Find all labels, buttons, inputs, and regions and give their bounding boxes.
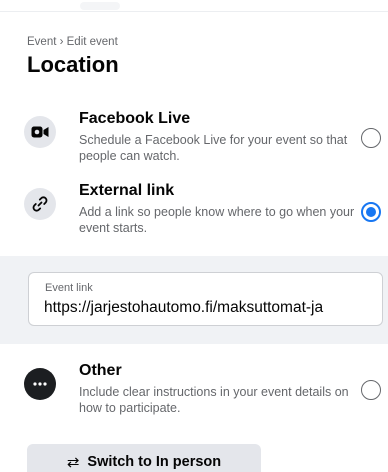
more-horizontal-icon bbox=[24, 368, 56, 400]
page-title: Location bbox=[27, 52, 119, 77]
radio-facebook-live[interactable] bbox=[361, 128, 381, 148]
option-title: Other bbox=[79, 362, 122, 379]
switch-to-in-person-button[interactable]: ⇄ Switch to In person bbox=[27, 444, 261, 472]
option-facebook-live[interactable]: Facebook Live Schedule a Facebook Live f… bbox=[0, 106, 388, 172]
option-external-link[interactable]: External link Add a link so people know … bbox=[0, 178, 388, 244]
link-icon bbox=[24, 188, 56, 220]
event-link-field[interactable]: Event link bbox=[28, 272, 383, 326]
top-header-edge bbox=[0, 0, 388, 12]
radio-other[interactable] bbox=[361, 380, 381, 400]
event-link-label: Event link bbox=[45, 282, 93, 294]
switch-button-label: Switch to In person bbox=[87, 454, 222, 470]
option-description: Include clear instructions in your event… bbox=[79, 385, 349, 415]
event-link-panel: Event link bbox=[0, 256, 388, 344]
option-description: Schedule a Facebook Live for your event … bbox=[79, 133, 348, 163]
event-link-input[interactable] bbox=[44, 297, 376, 319]
option-description: Add a link so people know where to go wh… bbox=[79, 205, 355, 235]
option-other[interactable]: Other Include clear instructions in your… bbox=[0, 358, 388, 424]
option-title: External link bbox=[79, 182, 175, 199]
radio-external-link[interactable] bbox=[361, 202, 381, 222]
video-camera-icon bbox=[24, 116, 56, 148]
swap-arrows-icon: ⇄ bbox=[66, 454, 80, 471]
breadcrumb: Event › Edit event bbox=[27, 36, 118, 48]
option-title: Facebook Live bbox=[79, 110, 191, 127]
header-tab-remnant bbox=[80, 2, 120, 10]
